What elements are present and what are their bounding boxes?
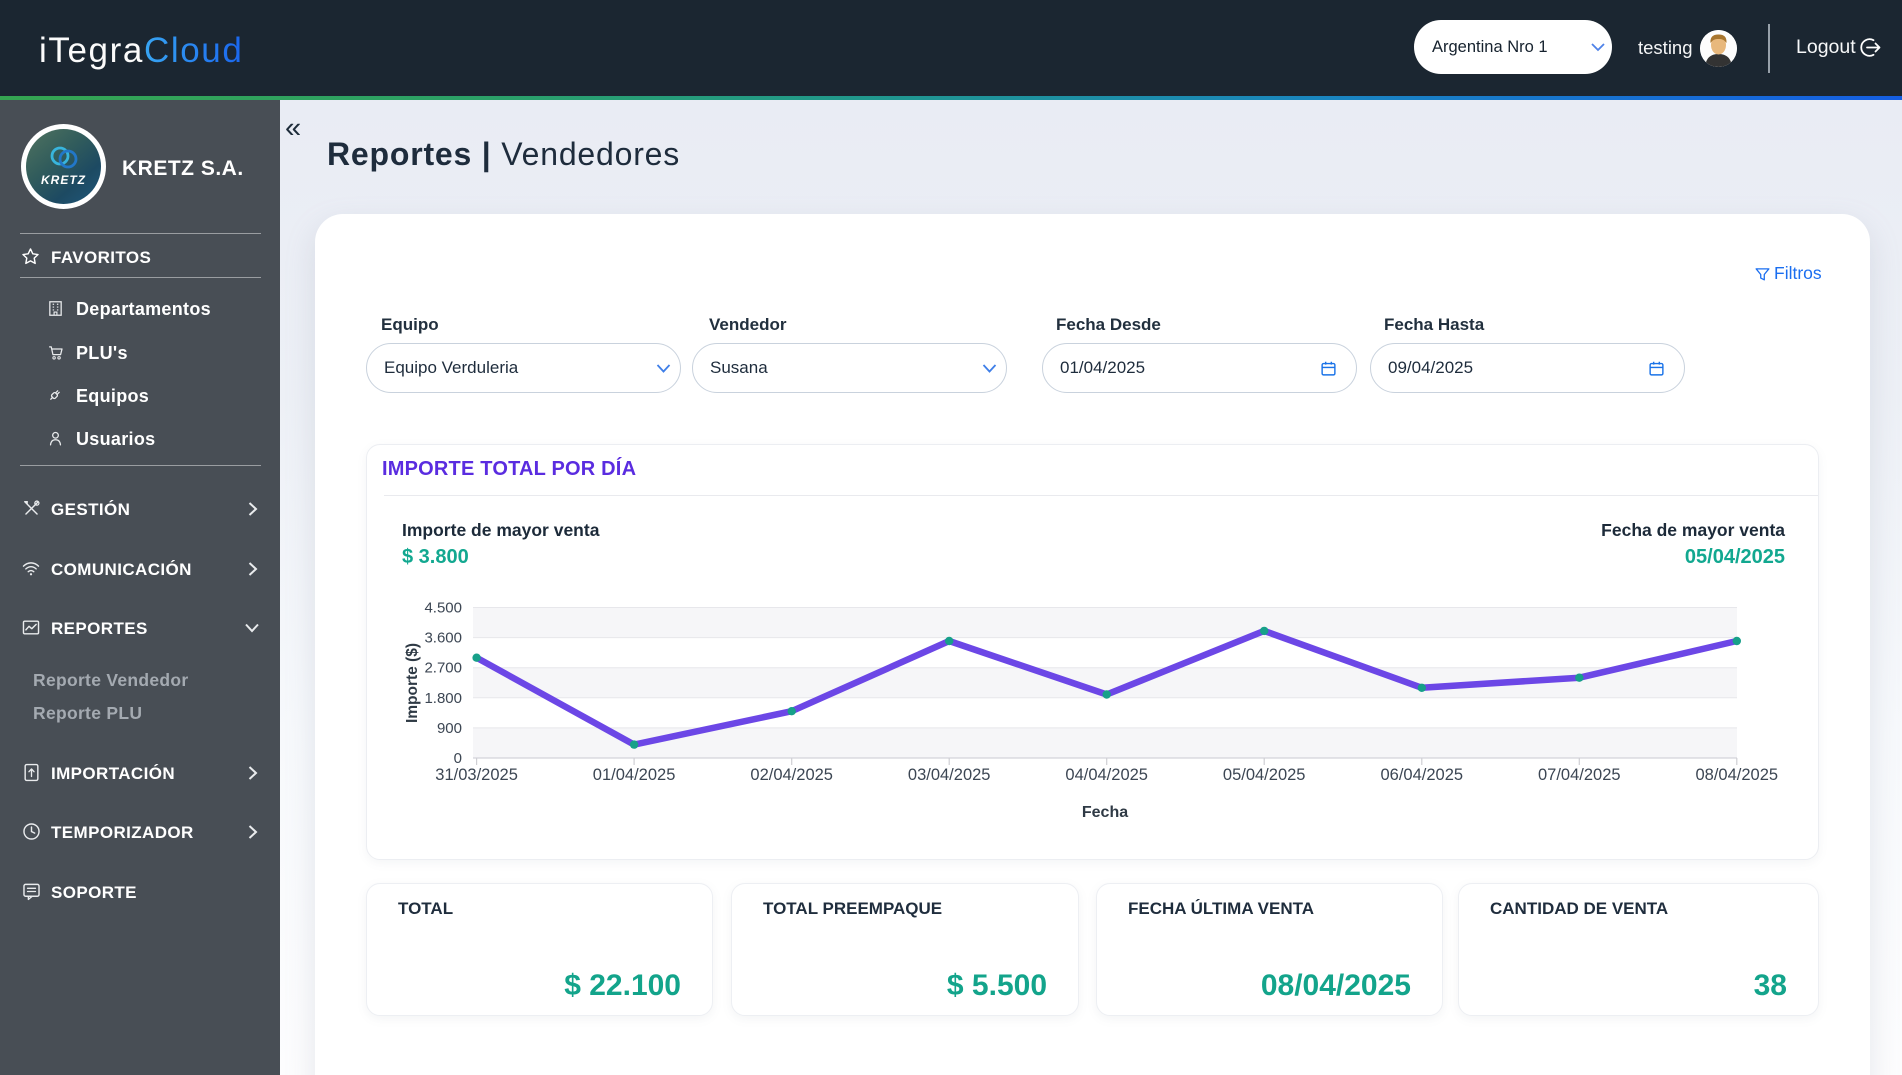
svg-text:07/04/2025: 07/04/2025 [1538, 766, 1621, 784]
svg-text:01/04/2025: 01/04/2025 [593, 766, 676, 784]
svg-text:06/04/2025: 06/04/2025 [1381, 766, 1464, 784]
svg-text:08/04/2025: 08/04/2025 [1696, 766, 1779, 784]
svg-text:02/04/2025: 02/04/2025 [750, 766, 833, 784]
svg-text:900: 900 [437, 720, 462, 737]
svg-text:04/04/2025: 04/04/2025 [1065, 766, 1148, 784]
svg-text:Importe ($): Importe ($) [404, 643, 421, 723]
svg-text:KRETZ: KRETZ [41, 173, 86, 187]
svg-text:3.600: 3.600 [424, 630, 462, 647]
svg-text:Fecha: Fecha [1082, 804, 1128, 821]
svg-text:03/04/2025: 03/04/2025 [908, 766, 991, 784]
svg-text:0: 0 [454, 750, 462, 767]
svg-text:2.700: 2.700 [424, 660, 462, 677]
svg-text:31/03/2025: 31/03/2025 [435, 766, 518, 784]
svg-text:1.800: 1.800 [424, 690, 462, 707]
svg-text:4.500: 4.500 [424, 600, 462, 617]
svg-text:05/04/2025: 05/04/2025 [1223, 766, 1306, 784]
